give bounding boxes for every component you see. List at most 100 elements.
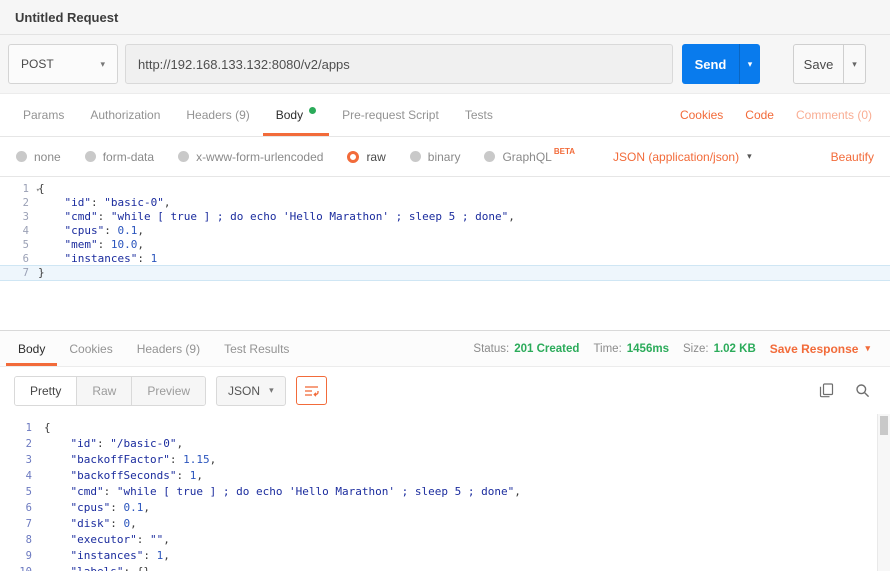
beautify-link[interactable]: Beautify (831, 150, 874, 164)
fold-caret-icon[interactable]: ▾ (36, 183, 40, 197)
code-line-3: 3 "backoffFactor": 1.15, (0, 452, 890, 468)
code-line-5: 5 "cmd": "while [ true ] ; do echo 'Hell… (0, 484, 890, 500)
radio-raw-label: raw (366, 150, 385, 164)
code-line-6[interactable]: 6 "instances": 1 (0, 252, 890, 266)
code-link[interactable]: Code (745, 108, 774, 122)
tab-authorization[interactable]: Authorization (77, 94, 173, 136)
radio-urlencoded-label: x-www-form-urlencoded (196, 150, 323, 164)
line-number: 5 (0, 238, 38, 252)
body-type-bar: none form-data x-www-form-urlencoded raw… (0, 137, 890, 177)
request-tab-links: Cookies Code Comments (0) (680, 94, 880, 136)
tab-headers-label: Headers (9) (186, 108, 249, 122)
save-button[interactable]: Save (794, 45, 843, 83)
view-raw-label: Raw (92, 384, 116, 398)
line-number: 8 (0, 532, 44, 548)
save-response-label: Save Response (770, 342, 859, 356)
graphql-beta-badge: BETA (554, 147, 575, 156)
view-pretty-button[interactable]: Pretty (15, 377, 77, 405)
response-tab-test-results[interactable]: Test Results (212, 331, 301, 366)
request-tabs: Params Authorization Headers (9) Body Pr… (0, 94, 890, 137)
tab-body[interactable]: Body (263, 94, 329, 136)
tab-tests[interactable]: Tests (452, 94, 506, 136)
wrap-lines-icon (304, 385, 319, 397)
url-input[interactable] (125, 44, 673, 84)
code-line-2[interactable]: 2 "id": "basic-0", (0, 196, 890, 210)
method-label: POST (21, 57, 54, 71)
code-text: "backoffFactor": 1.15, (44, 452, 216, 468)
radio-icon (410, 151, 421, 162)
view-pretty-label: Pretty (30, 384, 61, 398)
code-line-9: 9 "instances": 1, (0, 548, 890, 564)
chevron-down-icon: ▾ (852, 59, 857, 70)
tab-params[interactable]: Params (10, 94, 77, 136)
search-icon (855, 383, 870, 398)
copy-icon (819, 383, 834, 398)
radio-none[interactable]: none (16, 150, 61, 164)
radio-graphql[interactable]: GraphQL BETA (484, 150, 575, 164)
request-title: Untitled Request (15, 10, 118, 25)
method-select[interactable]: POST ▾ (8, 44, 118, 84)
code-line-2: 2 "id": "/basic-0", (0, 436, 890, 452)
line-number: 4 (0, 468, 44, 484)
view-preview-button[interactable]: Preview (132, 377, 205, 405)
line-number: 5 (0, 484, 44, 500)
response-tab-body-label: Body (18, 342, 45, 356)
response-scrollbar[interactable] (877, 414, 890, 571)
response-tab-headers[interactable]: Headers (9) (125, 331, 212, 366)
send-button[interactable]: Send (682, 44, 739, 84)
scrollbar-thumb[interactable] (880, 416, 888, 435)
size-label: Size: (683, 343, 709, 355)
radio-icon (85, 151, 96, 162)
line-number: 7 (0, 266, 38, 280)
view-preview-label: Preview (147, 384, 190, 398)
response-toolbar-right (819, 383, 876, 398)
content-type-select[interactable]: JSON (application/json) ▾ (613, 150, 752, 164)
radio-binary[interactable]: binary (410, 150, 461, 164)
size-value: 1.02 KB (714, 343, 756, 355)
search-response-button[interactable] (855, 383, 870, 398)
code-line-3[interactable]: 3 "cmd": "while [ true ] ; do echo 'Hell… (0, 210, 890, 224)
request-url-bar: POST ▾ Send ▾ Save ▾ (0, 35, 890, 94)
chevron-down-icon: ▾ (100, 59, 105, 70)
response-tab-cookies[interactable]: Cookies (57, 331, 124, 366)
save-response-button[interactable]: Save Response ▾ (770, 342, 870, 356)
view-raw-button[interactable]: Raw (77, 377, 132, 405)
chevron-down-icon: ▾ (747, 151, 752, 162)
radio-raw[interactable]: raw (347, 150, 385, 164)
response-toolbar: Pretty Raw Preview JSON ▾ (0, 367, 890, 414)
save-options-button[interactable]: ▾ (843, 45, 865, 83)
code-text: "cpus": 0.1, (38, 224, 144, 238)
comments-link[interactable]: Comments (0) (796, 108, 872, 122)
status-label: Status: (473, 343, 509, 355)
send-split-button: Send ▾ (682, 44, 760, 84)
send-options-button[interactable]: ▾ (739, 44, 760, 84)
copy-response-button[interactable] (819, 383, 834, 398)
cookies-link[interactable]: Cookies (680, 108, 723, 122)
code-line-5[interactable]: 5 "mem": 10.0, (0, 238, 890, 252)
code-text: "instances": 1, (44, 548, 170, 564)
radio-urlencoded[interactable]: x-www-form-urlencoded (178, 150, 323, 164)
code-text: "executor": "", (44, 532, 170, 548)
line-number: 3 (0, 210, 38, 224)
request-body-editor[interactable]: 1▾{2 "id": "basic-0",3 "cmd": "while [ t… (0, 177, 890, 331)
radio-form-data[interactable]: form-data (85, 150, 154, 164)
tab-headers[interactable]: Headers (9) (173, 94, 262, 136)
status-value: 201 Created (514, 343, 579, 355)
code-line-4[interactable]: 4 "cpus": 0.1, (0, 224, 890, 238)
code-text: "backoffSeconds": 1, (44, 468, 203, 484)
tab-params-label: Params (23, 108, 64, 122)
wrap-lines-button[interactable] (296, 376, 327, 405)
response-tab-body[interactable]: Body (6, 331, 57, 366)
tab-prerequest-script[interactable]: Pre-request Script (329, 94, 452, 136)
radio-binary-label: binary (428, 150, 461, 164)
code-line-7[interactable]: 7} (0, 266, 890, 280)
code-text: "disk": 0, (44, 516, 137, 532)
response-tab-headers-label: Headers (9) (137, 342, 200, 356)
line-number: 4 (0, 224, 38, 238)
response-language-select[interactable]: JSON ▾ (216, 376, 286, 406)
code-line-7: 7 "disk": 0, (0, 516, 890, 532)
code-line-1[interactable]: 1▾{ (0, 182, 890, 196)
radio-icon (484, 151, 495, 162)
line-number: 2 (0, 436, 44, 452)
code-text: "id": "/basic-0", (44, 436, 183, 452)
